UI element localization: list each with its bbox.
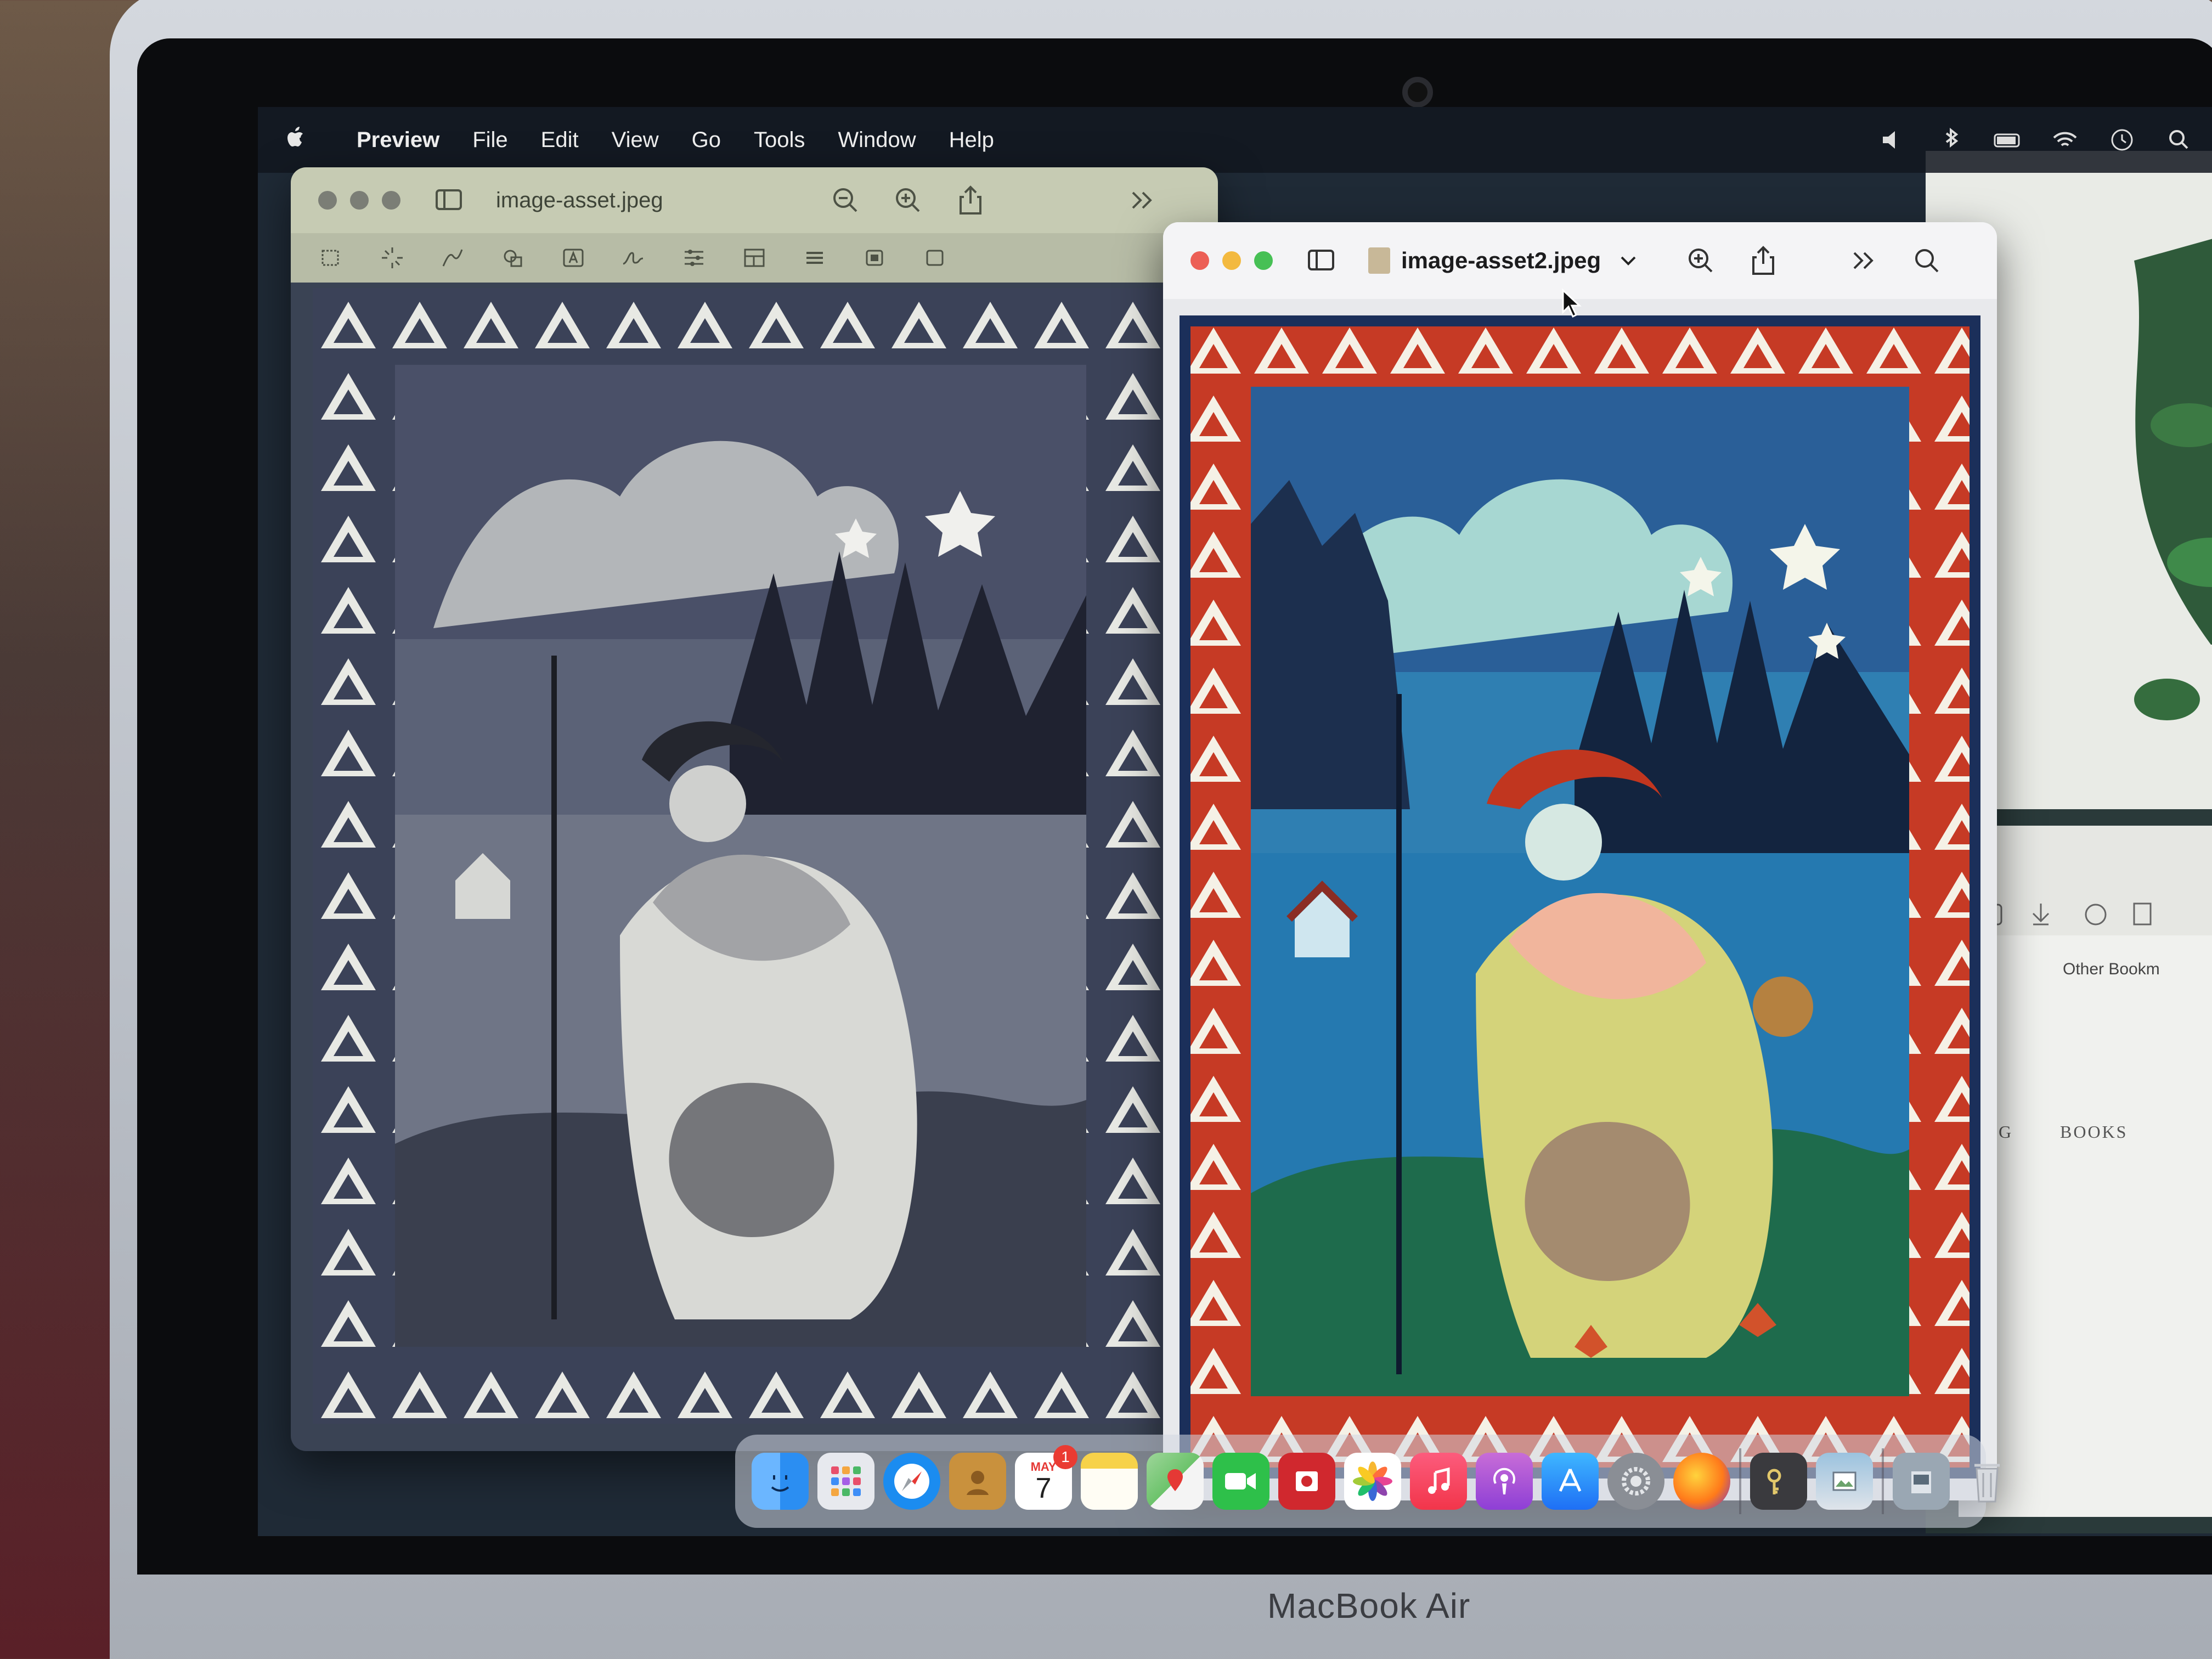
markup-toolbar — [291, 233, 1218, 283]
menu-go[interactable]: Go — [692, 128, 721, 153]
zoom-button[interactable] — [1254, 251, 1273, 270]
contacts-icon[interactable] — [949, 1453, 1006, 1510]
safari-icon[interactable] — [883, 1453, 940, 1510]
mouse-pointer-icon — [1562, 288, 1582, 318]
nav-link-books[interactable]: BOOKS — [2060, 1122, 2128, 1142]
menu-app-name[interactable]: Preview — [357, 128, 439, 153]
bookmarks-folder-label[interactable]: Other Bookm — [2063, 960, 2160, 979]
zoom-out-icon[interactable] — [828, 183, 863, 218]
share-icon[interactable] — [953, 183, 988, 218]
window-title[interactable]: image-asset2.jpeg — [1401, 247, 1601, 274]
text-tool-icon[interactable] — [560, 244, 587, 272]
facetime-icon[interactable] — [1212, 1453, 1269, 1510]
menu-edit[interactable]: Edit — [541, 128, 579, 153]
window-titlebar[interactable]: image-asset.jpeg — [291, 167, 1218, 233]
launchpad-icon[interactable] — [817, 1453, 874, 1510]
menu-help[interactable]: Help — [949, 128, 994, 153]
appstore-icon[interactable] — [1542, 1453, 1599, 1510]
spotlight-search-icon[interactable] — [2163, 123, 2196, 156]
window-controls — [318, 191, 400, 210]
close-button[interactable] — [1190, 251, 1209, 270]
artwork-grayscale-image — [313, 288, 1169, 1424]
trash-icon[interactable] — [1959, 1453, 2016, 1510]
firefox-icon[interactable] — [1673, 1453, 1730, 1510]
podcasts-icon[interactable] — [1476, 1453, 1533, 1510]
share-icon[interactable] — [1746, 243, 1781, 278]
border-color-icon[interactable] — [861, 244, 889, 272]
adjust-color-icon[interactable] — [680, 244, 708, 272]
volume-icon[interactable] — [1877, 123, 1910, 156]
notification-badge: 1 — [1053, 1445, 1077, 1469]
music-icon[interactable] — [1410, 1453, 1467, 1510]
bluetooth-icon[interactable] — [1934, 123, 1967, 156]
instant-alpha-icon[interactable] — [379, 244, 406, 272]
dock-separator — [1739, 1448, 1741, 1514]
calendar-day: 7 — [1035, 1472, 1052, 1504]
battery-icon[interactable] — [1991, 123, 2024, 156]
sidebar-toggle-icon[interactable] — [1306, 243, 1341, 278]
browser-toolbar-icons — [1980, 902, 2152, 926]
camera-icon — [1402, 77, 1433, 108]
finder-icon[interactable] — [752, 1453, 809, 1510]
dock-separator — [1882, 1448, 1884, 1514]
overflow-chevron-icon[interactable] — [1847, 243, 1882, 278]
close-button[interactable] — [318, 191, 337, 210]
chevron-down-icon[interactable] — [1617, 243, 1639, 278]
photobooth-icon[interactable] — [1278, 1453, 1335, 1510]
window-controls — [1190, 251, 1273, 270]
menu-bar: Preview File Edit View Go Tools Window H… — [258, 107, 2212, 173]
sidebar-toggle-icon[interactable] — [433, 183, 469, 218]
shape-style-icon[interactable] — [801, 244, 828, 272]
sketch-tool-icon[interactable] — [439, 244, 466, 272]
wifi-icon[interactable] — [2049, 123, 2081, 156]
menu-view[interactable]: View — [612, 128, 659, 153]
clock-icon[interactable] — [2106, 123, 2138, 156]
preview-window-left[interactable]: image-asset.jpeg — [291, 167, 1218, 1451]
status-bar — [1877, 123, 2196, 156]
fill-color-icon[interactable] — [922, 244, 949, 272]
menu-window[interactable]: Window — [838, 128, 916, 153]
minimize-button[interactable] — [1222, 251, 1241, 270]
artwork-color-image — [1180, 315, 1980, 1479]
calendar-icon[interactable]: MAY 7 1 — [1015, 1445, 1077, 1510]
search-icon[interactable] — [1909, 243, 1944, 278]
stack-icon[interactable] — [1893, 1453, 1950, 1510]
settings-icon[interactable] — [1607, 1453, 1664, 1510]
image-canvas-color[interactable] — [1180, 315, 1980, 1479]
keychain-icon[interactable] — [1750, 1453, 1807, 1510]
photos-icon[interactable] — [1344, 1453, 1401, 1510]
screen: Preview File Edit View Go Tools Window H… — [258, 107, 2212, 1536]
maps-icon[interactable] — [1147, 1453, 1204, 1510]
device-brand-label: MacBook Air — [1267, 1586, 1471, 1626]
document-icon — [1368, 247, 1390, 274]
zoom-button[interactable] — [382, 191, 400, 210]
window-titlebar-active[interactable]: image-asset2.jpeg — [1163, 222, 1997, 299]
menu-file[interactable]: File — [472, 128, 507, 153]
preview-window-right[interactable]: image-asset2.jpeg — [1163, 222, 1997, 1500]
window-title: image-asset.jpeg — [496, 188, 663, 212]
zoom-in-icon[interactable] — [890, 183, 926, 218]
signature-tool-icon[interactable] — [620, 244, 647, 272]
minimize-button[interactable] — [350, 191, 369, 210]
adjust-size-icon[interactable] — [741, 244, 768, 272]
dock: MAY 7 1 — [735, 1435, 2000, 1528]
apple-menu-icon[interactable] — [285, 124, 318, 156]
selection-tool-icon[interactable] — [318, 244, 346, 272]
image-canvas-grayscale[interactable] — [313, 288, 1169, 1424]
zoom-in-icon[interactable] — [1683, 243, 1718, 278]
notes-icon[interactable] — [1081, 1453, 1138, 1510]
menu-tools[interactable]: Tools — [754, 128, 805, 153]
shapes-tool-icon[interactable] — [499, 244, 527, 272]
preview-icon[interactable] — [1816, 1453, 1873, 1510]
overflow-chevron-icon[interactable] — [1125, 183, 1160, 218]
